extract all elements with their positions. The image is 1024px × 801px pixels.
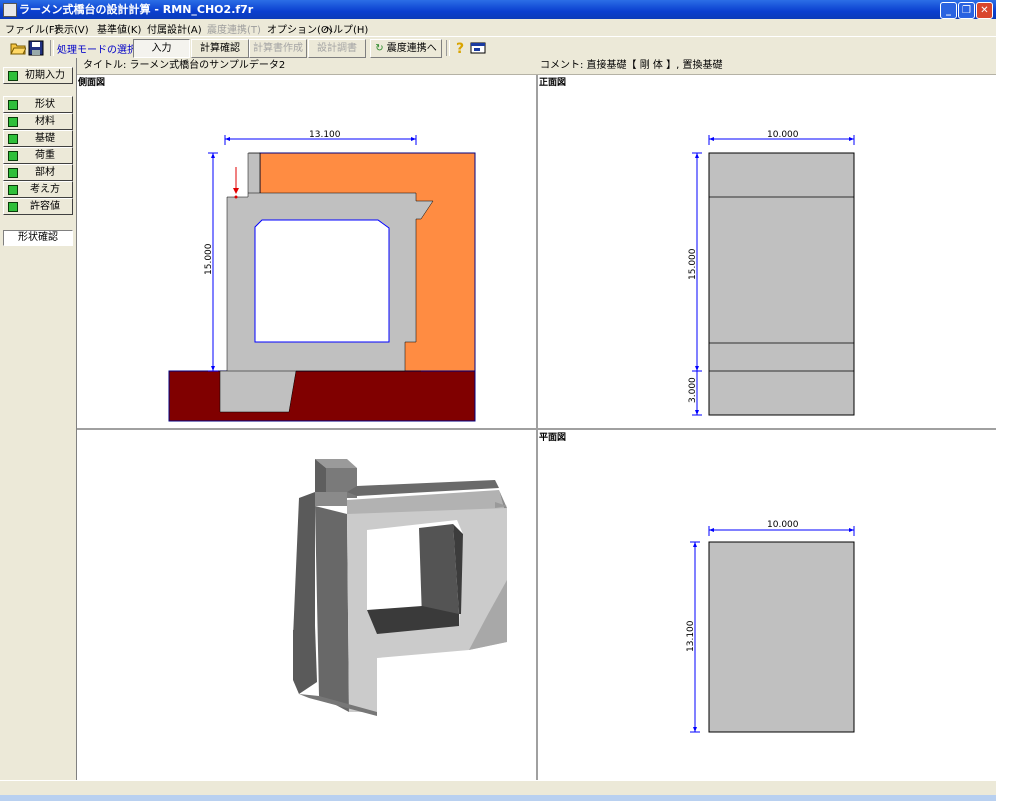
toolbar-separator [50, 40, 54, 56]
plan-view-drawing: 10.000 13.100 [686, 520, 855, 733]
about-window-icon[interactable] [470, 40, 486, 56]
front-width-dim: 10.000 [767, 130, 799, 140]
minimize-button[interactable]: _ [940, 2, 957, 19]
check-icon [8, 117, 18, 127]
check-icon [8, 71, 18, 81]
input-mode-button[interactable]: 入力 [133, 39, 190, 58]
check-icon [8, 168, 18, 178]
front-view-pane[interactable]: 正面図 10.000 15.000 3.000 [538, 75, 996, 428]
nav-material-label: 材料 [35, 116, 55, 127]
front-height-dim: 15.000 [688, 248, 698, 280]
report-create-button[interactable]: 計算書作成 [249, 39, 307, 58]
status-bar [0, 780, 996, 801]
check-icon [8, 151, 18, 161]
side-height-dim: 15.000 [204, 243, 214, 275]
nav-foundation-label: 基礎 [35, 133, 55, 144]
initial-input-label: 初期入力 [25, 70, 65, 81]
design-doc-button[interactable]: 設計調書 [308, 39, 366, 58]
nav-allowable-label: 許容値 [30, 201, 60, 212]
menu-view[interactable]: 表示(V) [54, 21, 89, 36]
close-button[interactable]: ✕ [976, 2, 993, 19]
window-title: ラーメン式橋台の設計計算 - RMN_CHO2.f7r [19, 3, 254, 16]
3d-view-pane[interactable] [77, 430, 536, 780]
plan-width-dim: 10.000 [767, 520, 799, 530]
save-disk-icon[interactable] [28, 40, 44, 56]
plan-view-pane[interactable]: 平面図 10.000 13.100 [538, 430, 996, 780]
3d-model-drawing [293, 459, 507, 716]
nav-approach-label: 考え方 [30, 184, 60, 195]
seismic-link-label: 震度連携へ [386, 43, 437, 54]
frame-right [996, 0, 1024, 800]
front-view-drawing: 10.000 15.000 3.000 [688, 130, 855, 416]
nav-allowable-button[interactable]: 許容値 [3, 198, 73, 215]
check-icon [8, 100, 18, 110]
initial-input-button[interactable]: 初期入力 [3, 67, 73, 84]
title-bar: ラーメン式橋台の設計計算 - RMN_CHO2.f7r _ ❐ ✕ [0, 0, 996, 19]
open-folder-icon[interactable] [10, 40, 26, 56]
nav-load-label: 荷重 [35, 150, 55, 161]
front-base-dim: 3.000 [688, 377, 698, 403]
nav-shape-button[interactable]: 形状 [3, 96, 73, 113]
toolbar-separator [446, 40, 450, 56]
side-width-dim: 13.100 [309, 130, 341, 140]
nav-approach-button[interactable]: 考え方 [3, 181, 73, 198]
menu-help[interactable]: ヘルプ(H) [323, 21, 368, 36]
menu-bar: ファイル(F) 表示(V) 基準値(K) 付属設計(A) 震度連携(T) オプシ… [0, 19, 996, 36]
nav-material-button[interactable]: 材料 [3, 113, 73, 130]
calc-check-button[interactable]: 計算確認 [191, 39, 249, 58]
nav-member-button[interactable]: 部材 [3, 164, 73, 181]
side-view-drawing: 13.100 15.000 [168, 130, 476, 422]
nav-foundation-button[interactable]: 基礎 [3, 130, 73, 147]
plan-height-dim: 13.100 [686, 620, 696, 652]
help-question-icon[interactable]: ? [452, 40, 468, 56]
side-view-pane[interactable]: 側面図 13.100 15.000 [77, 75, 536, 428]
nav-load-button[interactable]: 荷重 [3, 147, 73, 164]
menu-seismic-link[interactable]: 震度連携(T) [207, 21, 261, 36]
menu-file[interactable]: ファイル(F) [5, 21, 59, 36]
nav-shape-label: 形状 [35, 99, 55, 110]
menu-standard-values[interactable]: 基準値(K) [97, 21, 141, 36]
check-icon [8, 202, 18, 212]
data-title-text: タイトル: ラーメン式橋台のサンプルデータ2 [83, 60, 286, 71]
toolbar: 処理モードの選択 入力 計算確認 計算書作成 設計調書 ↻ 震度連携へ ? [0, 36, 996, 60]
maximize-button[interactable]: ❐ [958, 2, 975, 19]
left-nav-panel: 初期入力 形状 材料 基礎 荷重 部材 考え方 許容値 形状確認 [0, 58, 77, 780]
check-icon [8, 134, 18, 144]
info-bar: タイトル: ラーメン式橋台のサンプルデータ2 コメント: 直接基礎【 剛 体 】… [77, 58, 996, 75]
refresh-icon: ↻ [375, 43, 384, 54]
seismic-link-button[interactable]: ↻ 震度連携へ [370, 39, 442, 58]
menu-attached-design[interactable]: 付属設計(A) [147, 21, 202, 36]
nav-member-label: 部材 [35, 167, 55, 178]
data-comment-text: コメント: 直接基礎【 剛 体 】, 置換基礎 [540, 60, 723, 71]
status-bar-line [0, 795, 996, 801]
shape-check-button[interactable]: 形状確認 [3, 230, 73, 246]
mode-select-label: 処理モードの選択 [57, 45, 137, 56]
check-icon [8, 185, 18, 195]
app-icon [3, 3, 17, 17]
svg-text:?: ? [456, 41, 464, 56]
